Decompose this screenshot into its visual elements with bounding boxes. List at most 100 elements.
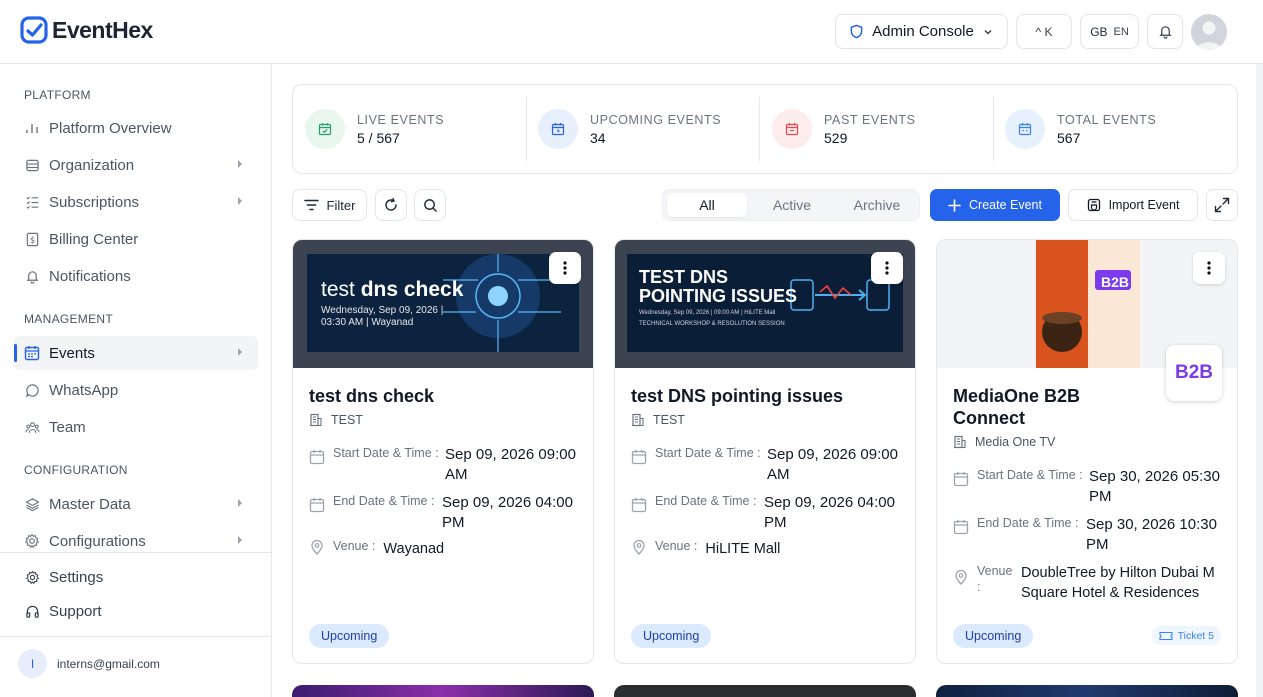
stat-value: 5 / 567 bbox=[357, 129, 400, 146]
calendar-icon bbox=[309, 498, 325, 513]
event-venue: Venue : HiLITE Mall bbox=[631, 539, 780, 559]
app-name: EventHex bbox=[52, 16, 153, 43]
venue-value: DoubleTree by Hilton Dubai M Square Hote… bbox=[1021, 565, 1215, 601]
banner-title: TEST DNS POINTING ISSUES bbox=[639, 268, 797, 306]
organization-name: Media One TV bbox=[975, 435, 1056, 449]
eventhex-logo-icon bbox=[20, 16, 48, 44]
user-avatar[interactable] bbox=[1191, 14, 1227, 50]
start-value: Sep 09, 2026 09:00 AM bbox=[767, 446, 898, 483]
more-vertical-icon bbox=[885, 261, 889, 275]
create-event-button[interactable]: Create Event bbox=[930, 189, 1060, 221]
tab-all[interactable]: All bbox=[667, 193, 747, 217]
event-banner-image: test dns check Wednesday, Sep 09, 2026 |… bbox=[293, 240, 593, 368]
event-card-partial[interactable] bbox=[614, 685, 916, 697]
sidebar-item-support[interactable]: Support bbox=[14, 594, 258, 628]
receipt-dollar-icon: $ bbox=[24, 231, 40, 247]
venue-value: Wayanad bbox=[383, 541, 445, 557]
event-card[interactable]: B2B B2B MediaOne B2B Connect Media One T… bbox=[936, 239, 1238, 664]
end-label: End Date & Time : bbox=[333, 494, 435, 508]
search-button[interactable] bbox=[414, 189, 446, 221]
map-pin-icon bbox=[633, 539, 645, 555]
banner-subtitle-line: Wednesday, Sep 09, 2026 | 09:00 AM | HiL… bbox=[639, 310, 776, 316]
language-selector[interactable]: GB EN bbox=[1080, 14, 1139, 49]
sidebar-item-whatsapp[interactable]: WhatsApp bbox=[14, 373, 258, 407]
venue-label: Venue : bbox=[655, 539, 698, 553]
card-menu-button[interactable] bbox=[1193, 252, 1225, 284]
calendar-icon bbox=[309, 450, 325, 465]
calendar-icon bbox=[631, 498, 647, 513]
event-card-partial[interactable] bbox=[292, 685, 594, 697]
event-organization: Media One TV bbox=[953, 435, 1055, 449]
current-user[interactable]: I interns@gmail.com bbox=[18, 649, 160, 678]
tab-active[interactable]: Active bbox=[751, 193, 833, 217]
filter-button[interactable]: Filter bbox=[292, 189, 367, 221]
event-title: test DNS pointing issues bbox=[631, 386, 844, 406]
filter-label: Filter bbox=[326, 197, 356, 213]
sidebar-item-notifications[interactable]: Notifications bbox=[14, 259, 258, 293]
poster-logo-text: B2B bbox=[1101, 274, 1130, 290]
sidebar-item-label: WhatsApp bbox=[49, 381, 119, 399]
user-email: interns@gmail.com bbox=[57, 656, 160, 671]
section-management: MANAGEMENT bbox=[24, 312, 114, 326]
notifications-button[interactable] bbox=[1147, 14, 1183, 49]
stat-past-events: PAST EVENTS 529 bbox=[772, 85, 916, 173]
bell-icon bbox=[1158, 26, 1172, 39]
building-icon bbox=[310, 413, 322, 427]
ticket-count: Ticket 5 bbox=[1177, 629, 1214, 642]
database-icon bbox=[24, 157, 40, 173]
more-vertical-icon bbox=[1207, 261, 1211, 275]
event-card[interactable]: TEST DNS POINTING ISSUES Wednesday, Sep … bbox=[614, 239, 916, 664]
calendar-icon bbox=[631, 450, 647, 465]
status-badge: Upcoming bbox=[631, 624, 712, 648]
refresh-button[interactable] bbox=[375, 189, 407, 221]
calendar-icon bbox=[24, 345, 40, 361]
sidebar-divider bbox=[0, 636, 271, 637]
card-menu-button[interactable] bbox=[549, 252, 581, 284]
end-datetime: End Date & Time : Sep 30, 2026 10:30 PM bbox=[953, 515, 1236, 555]
expand-icon bbox=[1214, 197, 1230, 213]
refresh-icon bbox=[385, 197, 397, 211]
main-scrollbar[interactable] bbox=[1256, 64, 1263, 697]
stat-live-events: LIVE EVENTS 5 / 567 bbox=[305, 85, 444, 173]
sidebar-item-billing-center[interactable]: $ Billing Center bbox=[14, 222, 258, 256]
chevron-right-icon bbox=[238, 536, 242, 544]
shortcut-label: ^ K bbox=[1035, 24, 1053, 39]
event-card-partial[interactable] bbox=[936, 685, 1238, 697]
import-event-label: Import Event bbox=[1108, 198, 1180, 212]
command-palette-button[interactable]: ^ K bbox=[1016, 14, 1072, 49]
sidebar-item-settings[interactable]: Settings bbox=[14, 560, 258, 594]
tab-archive[interactable]: Archive bbox=[837, 193, 917, 217]
admin-console-dropdown[interactable]: Admin Console bbox=[835, 14, 1008, 49]
stat-label: PAST EVENTS bbox=[824, 112, 916, 127]
import-event-button[interactable]: Import Event bbox=[1068, 189, 1198, 221]
start-value: Sep 09, 2026 09:00 AM bbox=[445, 446, 576, 483]
sidebar-item-label: Master Data bbox=[49, 495, 131, 513]
organization-name: TEST bbox=[653, 413, 685, 427]
sidebar-item-organization[interactable]: Organization bbox=[14, 148, 258, 182]
building-icon bbox=[632, 413, 644, 427]
event-stats-panel: LIVE EVENTS 5 / 567 UPCOMING EVENTS 34 P… bbox=[292, 84, 1238, 174]
sidebar-item-platform-overview[interactable]: Platform Overview bbox=[14, 111, 258, 145]
sidebar-item-subscriptions[interactable]: Subscriptions bbox=[14, 185, 258, 219]
start-datetime: Start Date & Time : Sep 09, 2026 09:00 A… bbox=[631, 445, 915, 485]
sidebar-item-label: Billing Center bbox=[49, 230, 139, 248]
stat-value: 529 bbox=[824, 129, 848, 146]
sidebar-item-master-data[interactable]: Master Data bbox=[14, 487, 258, 521]
end-label: End Date & Time : bbox=[655, 494, 757, 508]
event-card[interactable]: test dns check Wednesday, Sep 09, 2026 |… bbox=[292, 239, 594, 664]
sidebar-item-events[interactable]: Events bbox=[14, 336, 258, 370]
app-logo[interactable]: EventHex bbox=[20, 16, 153, 44]
sidebar-item-label: Platform Overview bbox=[49, 119, 172, 137]
stat-upcoming-events: UPCOMING EVENTS 34 bbox=[538, 85, 721, 173]
banner-subtitle-line: TECHNICAL WORKSHOP & RESOLUTION SESSION bbox=[639, 321, 785, 327]
chat-bubble-icon bbox=[24, 382, 40, 398]
status-badge: Upcoming bbox=[309, 624, 390, 648]
section-configuration: CONFIGURATION bbox=[24, 463, 128, 477]
filter-icon bbox=[303, 199, 319, 211]
card-menu-button[interactable] bbox=[871, 252, 903, 284]
map-pin-icon bbox=[311, 539, 323, 555]
stat-label: LIVE EVENTS bbox=[357, 112, 445, 127]
sidebar-item-team[interactable]: Team bbox=[14, 410, 258, 444]
top-header: EventHex Admin Console ^ K GB EN bbox=[0, 0, 1263, 64]
fullscreen-button[interactable] bbox=[1206, 189, 1238, 221]
